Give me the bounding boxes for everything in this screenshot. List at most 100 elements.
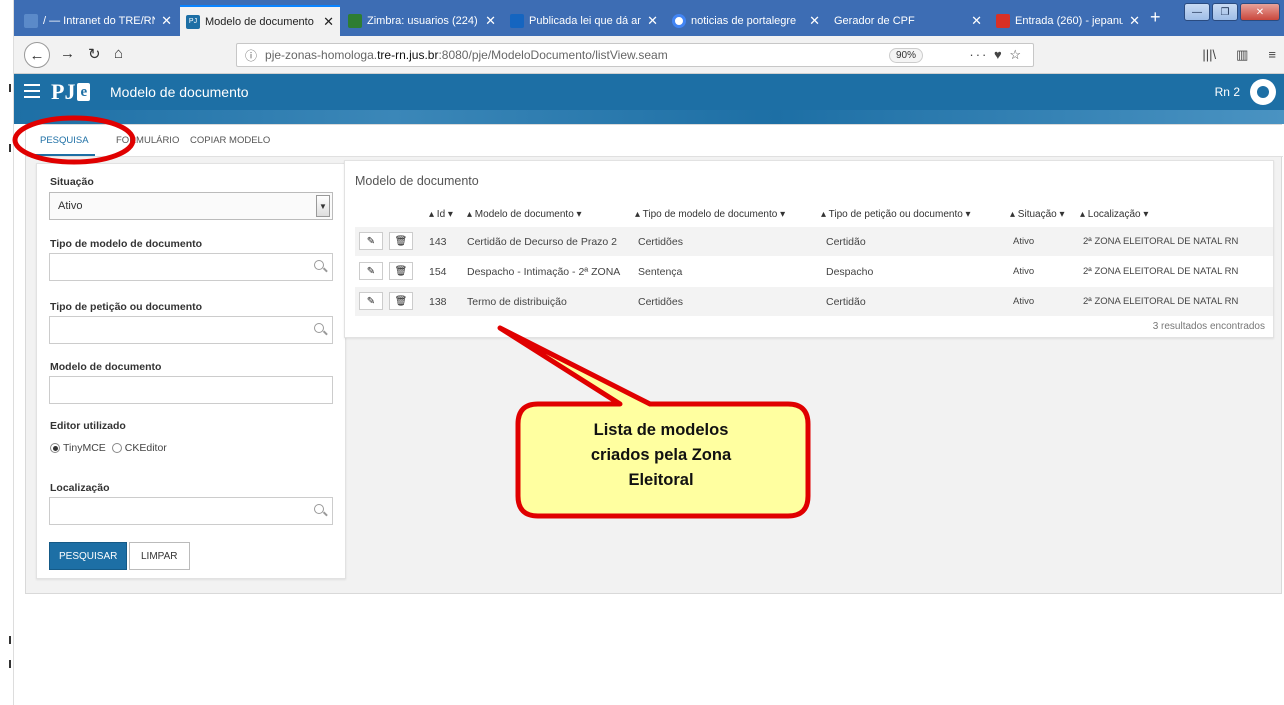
modelo-input[interactable] [49, 376, 333, 404]
sidebar-icon[interactable]: ▥ [1236, 47, 1248, 63]
app-header: PJ e Modelo de documento Rn 2 [14, 74, 1284, 110]
url-text: pje-zonas-homologa.tre-rn.jus.br:8080/pj… [265, 48, 668, 62]
intranet-favicon-icon [24, 13, 38, 28]
edit-icon[interactable]: ✎ [359, 262, 383, 280]
cell-modelo: Certidão de Decurso de Prazo 2 [467, 236, 617, 248]
tab-close-icon[interactable]: ✕ [809, 13, 820, 29]
chevron-down-icon[interactable]: ▼ [316, 195, 330, 217]
minimize-button[interactable]: — [1184, 3, 1210, 21]
localizacao-label: Localização [50, 482, 110, 494]
left-window-edge [0, 0, 14, 705]
user-avatar-icon[interactable] [1250, 79, 1276, 105]
cell-tipo-peticao: Certidão [826, 296, 866, 308]
callout-text: Lista de modelos criados pela Zona Eleit… [590, 421, 732, 489]
table-row: ✎ 🗑 143 Certidão de Decurso de Prazo 2 C… [355, 227, 1273, 256]
cell-tipo-modelo: Sentença [638, 266, 683, 278]
cell-id: 138 [429, 296, 447, 308]
zimbra-favicon-icon [348, 13, 362, 28]
page-actions-icon[interactable]: ··· ♥ ☆ [969, 47, 1023, 63]
delete-icon[interactable]: 🗑 [389, 262, 413, 280]
cell-id: 143 [429, 236, 447, 248]
page-title: Modelo de documento [110, 84, 249, 100]
chart-favicon-icon [510, 13, 524, 28]
tab-formulario[interactable]: FORMULÁRIO [116, 135, 179, 146]
cell-situacao: Ativo [1013, 266, 1035, 277]
browser-tab-publicada-lei[interactable]: Publicada lei que dá ar ✕ [504, 5, 664, 36]
limpar-button[interactable]: LIMPAR [129, 542, 190, 570]
table-row: ✎ 🗑 154 Despacho - Intimação - 2ª ZONA S… [355, 257, 1273, 286]
col-header-localizacao[interactable]: ▴ Localização ▾ [1080, 209, 1148, 220]
cell-tipo-peticao: Despacho [826, 266, 874, 278]
back-button[interactable]: ← [24, 42, 50, 68]
cell-localizacao: 2ª ZONA ELEITORAL DE NATAL RN [1083, 266, 1239, 277]
gmail-favicon-icon [996, 13, 1010, 28]
tab-pesquisa[interactable]: PESQUISA [34, 135, 95, 156]
app-menu-icon[interactable] [24, 84, 40, 98]
browser-tab-intranet[interactable]: / — Intranet do TRE/RN ✕ [18, 5, 178, 36]
tab-close-icon[interactable]: ✕ [485, 13, 496, 29]
cell-tipo-modelo: Certidões [638, 296, 683, 308]
window-close-button[interactable]: ✕ [1240, 3, 1280, 21]
edit-icon[interactable]: ✎ [359, 292, 383, 310]
pesquisar-button[interactable]: PESQUISAR [49, 542, 128, 570]
result-count: 3 resultados encontrados [1152, 321, 1265, 332]
col-header-tipo-peticao[interactable]: ▴ Tipo de petição ou documento ▾ [821, 209, 971, 220]
delete-icon[interactable]: 🗑 [389, 232, 413, 250]
browser-tab-entrada[interactable]: Entrada (260) - jepanur ✕ [990, 5, 1146, 36]
tipo-peticao-label: Tipo de petição ou documento [50, 301, 203, 313]
browser-tab-noticias[interactable]: noticias de portalegre ✕ [666, 5, 826, 36]
edit-icon[interactable]: ✎ [359, 232, 383, 250]
new-tab-button[interactable]: + [1150, 7, 1161, 28]
hamburger-menu-icon[interactable]: ≡ [1268, 47, 1276, 63]
search-icon[interactable] [314, 323, 324, 333]
col-header-tipo-modelo[interactable]: ▴ Tipo de modelo de documento ▾ [635, 209, 785, 220]
browser-tab-gerador-cpf[interactable]: Gerador de CPF ✕ [828, 5, 988, 36]
zoom-level-badge[interactable]: 90% [888, 48, 923, 63]
pocket-icon: ♥ [994, 47, 1004, 62]
col-header-situacao[interactable]: ▴ Situação ▾ [1010, 209, 1065, 220]
col-header-id[interactable]: ▴ Id ▾ [429, 209, 453, 220]
tab-close-icon[interactable]: ✕ [161, 13, 172, 29]
ckeditor-radio[interactable] [111, 443, 122, 453]
modelo-label: Modelo de documento [50, 361, 162, 373]
tab-close-icon[interactable]: ✕ [647, 13, 658, 29]
tab-copiar-modelo[interactable]: COPIAR MODELO [190, 135, 270, 146]
search-icon[interactable] [314, 260, 324, 270]
cell-localizacao: 2ª ZONA ELEITORAL DE NATAL RN [1083, 236, 1239, 247]
header-decoration [14, 110, 1284, 124]
search-icon[interactable] [314, 504, 324, 514]
tinymce-radio[interactable] [50, 443, 60, 453]
user-name[interactable]: Rn 2 [1215, 85, 1240, 99]
delete-icon[interactable]: 🗑 [389, 292, 413, 310]
subtab-bar: PESQUISA FORMULÁRIO COPIAR MODELO [26, 125, 1283, 157]
url-bar[interactable]: ⓘ pje-zonas-homologa.tre-rn.jus.br:8080/… [236, 43, 1034, 67]
tab-close-icon[interactable]: ✕ [1129, 13, 1140, 29]
reload-button[interactable]: ↻ [88, 45, 101, 63]
google-favicon-icon [672, 13, 686, 28]
tab-close-icon[interactable]: ✕ [971, 13, 982, 29]
filter-panel: Situação Ativo ▼ Tipo de modelo de docum… [36, 163, 346, 579]
cell-localizacao: 2ª ZONA ELEITORAL DE NATAL RN [1083, 296, 1239, 307]
home-button[interactable]: ⌂ [114, 45, 123, 62]
window-controls: — ❐ ✕ [1184, 3, 1280, 21]
situacao-label: Situação [50, 176, 94, 188]
maximize-button[interactable]: ❐ [1212, 3, 1238, 21]
tipo-peticao-input[interactable] [49, 316, 333, 344]
browser-nav-bar: ← → ↻ ⌂ ⓘ pje-zonas-homologa.tre-rn.jus.… [14, 36, 1284, 74]
localizacao-input[interactable] [49, 497, 333, 525]
browser-tab-bar: / — Intranet do TRE/RN ✕ PJ Modelo de do… [14, 0, 1284, 36]
forward-button[interactable]: → [60, 45, 75, 62]
site-info-icon[interactable]: ⓘ [245, 47, 257, 64]
pje-logo: PJ e [51, 79, 91, 105]
library-icon[interactable]: |||\ [1202, 47, 1216, 63]
browser-tab-zimbra[interactable]: Zimbra: usuarios (224) ✕ [342, 5, 502, 36]
tipo-modelo-input[interactable] [49, 253, 333, 281]
cell-modelo: Despacho - Intimação - 2ª ZONA [467, 266, 621, 278]
col-header-modelo[interactable]: ▴ Modelo de documento ▾ [467, 209, 582, 220]
browser-tab-modelo-documento[interactable]: PJ Modelo de documento ✕ [180, 5, 340, 36]
cell-tipo-modelo: Certidões [638, 236, 683, 248]
editor-label: Editor utilizado [50, 420, 126, 432]
situacao-select[interactable]: Ativo ▼ [49, 192, 333, 220]
tab-close-icon[interactable]: ✕ [323, 14, 334, 30]
browser-toolbar-right: |||\ ▥ ≡ [1202, 47, 1276, 63]
